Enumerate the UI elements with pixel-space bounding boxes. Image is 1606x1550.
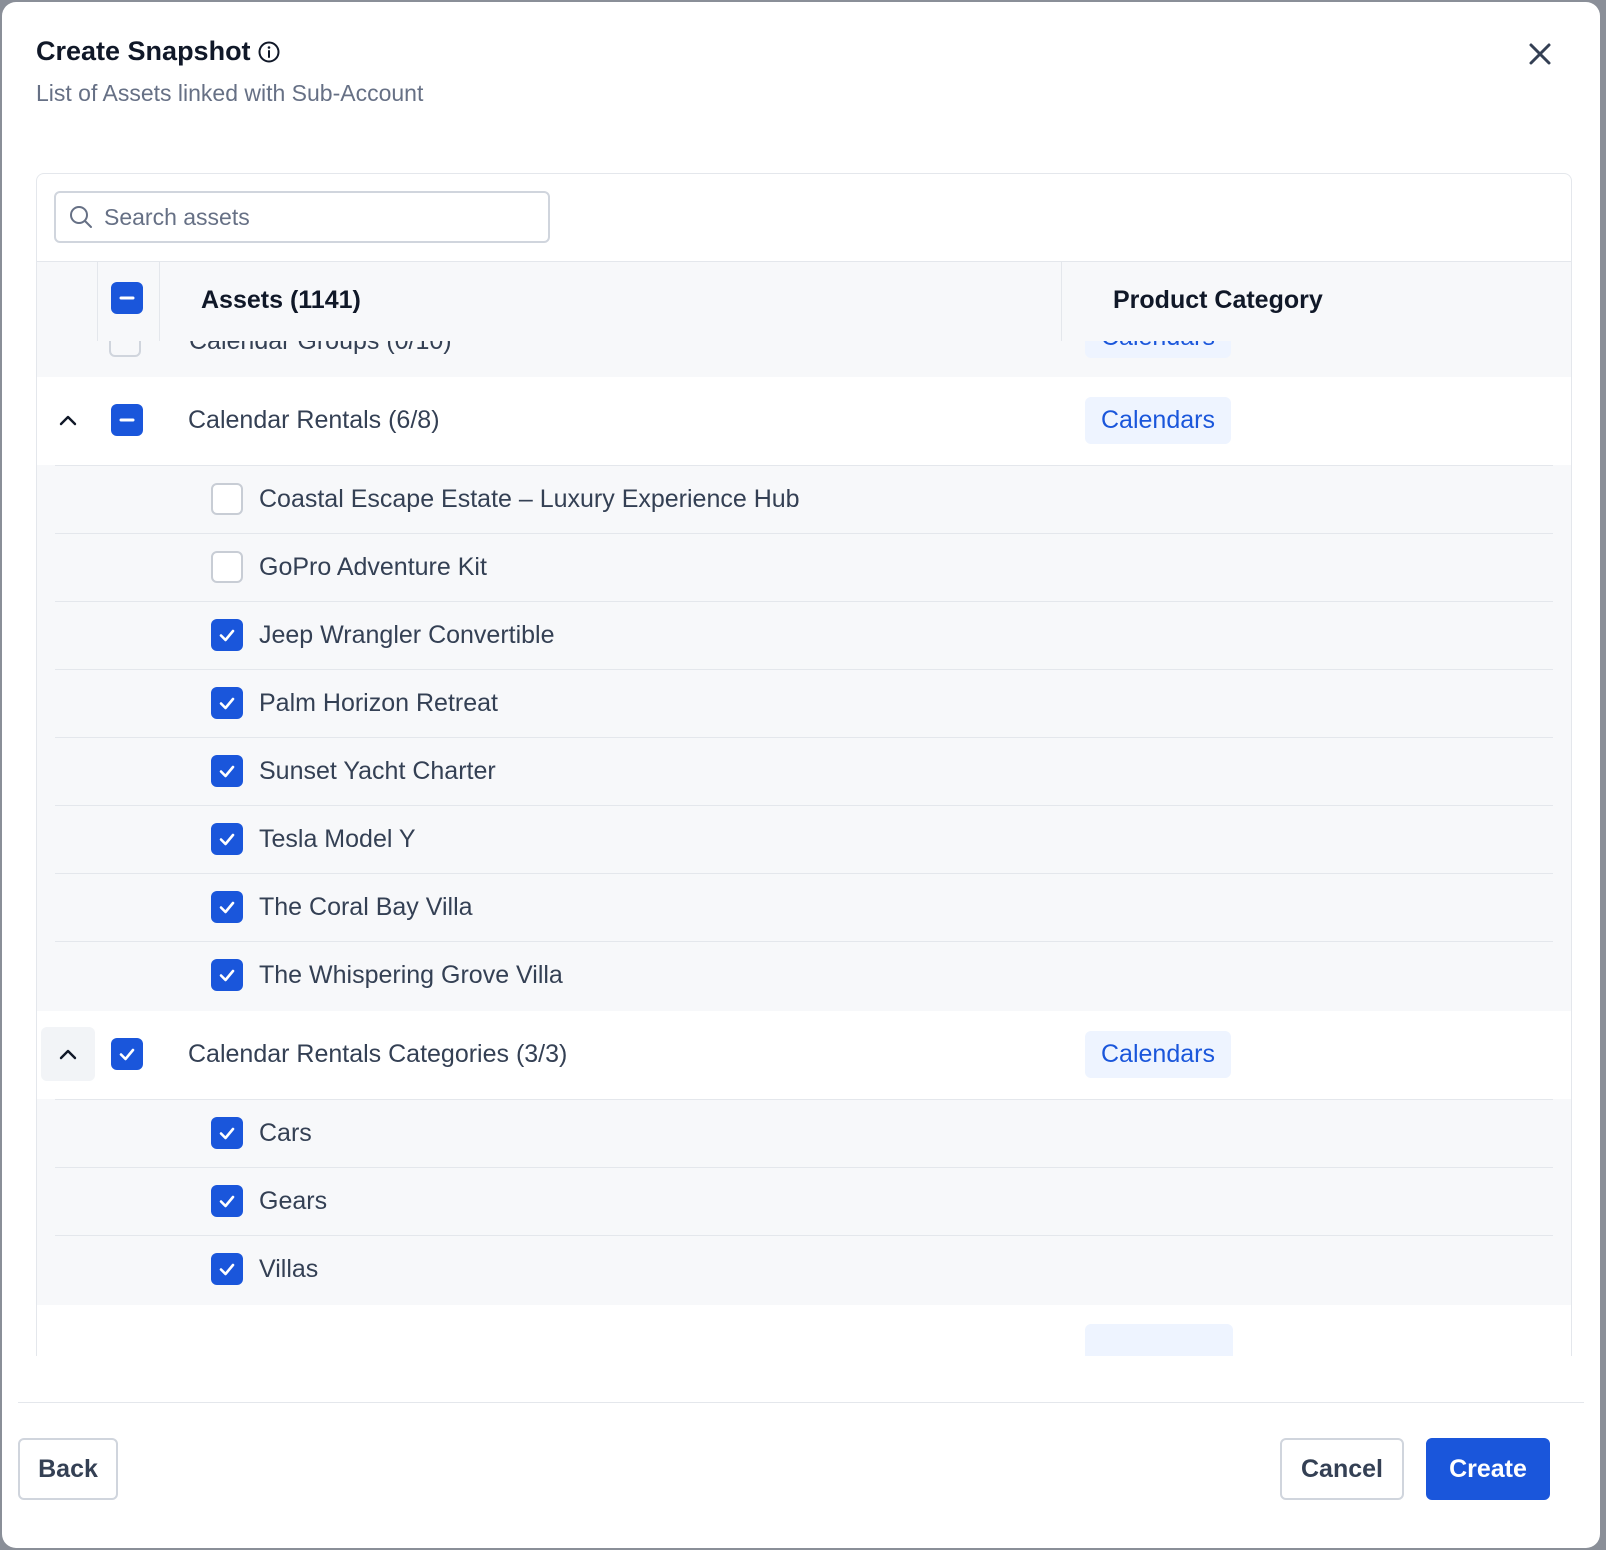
list-item[interactable]: GoPro Adventure Kit	[37, 533, 1571, 601]
row-divider	[55, 1235, 1553, 1236]
item-label: Palm Horizon Retreat	[259, 689, 498, 717]
footer-divider	[18, 1402, 1584, 1403]
item-label: Coastal Escape Estate – Luxury Experienc…	[259, 485, 800, 513]
item-label: The Coral Bay Villa	[259, 893, 473, 921]
group-children: Coastal Escape Estate – Luxury Experienc…	[37, 465, 1571, 1011]
row-divider	[55, 465, 1553, 466]
item-label: Villas	[259, 1255, 319, 1283]
minus-icon	[119, 296, 135, 300]
list-item[interactable]: Palm Horizon Retreat	[37, 669, 1571, 737]
table-row-partial[interactable]: Calendar Groups (0/10) Calendars	[37, 341, 1571, 377]
row-divider	[55, 533, 1553, 534]
row-divider	[55, 737, 1553, 738]
group-children: Cars Gears Villas	[37, 1099, 1571, 1305]
search-input[interactable]	[102, 202, 526, 232]
create-snapshot-modal: Create Snapshot List of Assets linked wi…	[2, 2, 1600, 1548]
category-badge: Calendars	[1085, 341, 1231, 358]
search-field[interactable]	[54, 191, 550, 243]
item-checkbox[interactable]	[211, 551, 243, 583]
assets-column-header[interactable]: Assets (1141)	[201, 286, 361, 315]
column-divider	[1061, 262, 1062, 342]
category-badge: Calendars	[1085, 1031, 1231, 1078]
chevron-up-icon	[59, 415, 77, 426]
list-item[interactable]: Cars	[37, 1099, 1571, 1167]
check-icon	[119, 1048, 135, 1061]
item-label: The Whispering Grove Villa	[259, 961, 563, 989]
search-icon	[68, 204, 94, 230]
minus-icon	[119, 418, 135, 422]
check-icon	[219, 629, 235, 642]
item-checkbox[interactable]	[211, 891, 243, 923]
item-label: Cars	[259, 1119, 312, 1147]
close-icon	[1527, 41, 1553, 72]
row-divider	[55, 1167, 1553, 1168]
group-label: Calendar Groups (0/10)	[189, 341, 452, 355]
create-button[interactable]: Create	[1426, 1438, 1550, 1500]
check-icon	[219, 765, 235, 778]
close-button[interactable]	[1522, 38, 1558, 74]
row-divider	[55, 873, 1553, 874]
chevron-up-icon	[59, 1049, 77, 1060]
collapse-button[interactable]	[41, 1027, 95, 1081]
item-label: Sunset Yacht Charter	[259, 757, 496, 785]
item-checkbox[interactable]	[211, 1253, 243, 1285]
cancel-button[interactable]: Cancel	[1280, 1438, 1404, 1500]
modal-subtitle: List of Assets linked with Sub-Account	[36, 80, 424, 106]
check-icon	[219, 969, 235, 982]
row-checkbox[interactable]	[109, 341, 141, 357]
group-row-calendar-rentals[interactable]: Calendar Rentals (6/8) Calendars	[37, 377, 1571, 465]
category-badge-peek	[1085, 1324, 1233, 1356]
check-icon	[219, 697, 235, 710]
row-divider	[55, 805, 1553, 806]
row-divider	[55, 941, 1553, 942]
item-checkbox[interactable]	[211, 1117, 243, 1149]
check-icon	[219, 1263, 235, 1276]
check-icon	[219, 901, 235, 914]
list-item[interactable]: Tesla Model Y	[37, 805, 1571, 873]
collapse-button[interactable]	[41, 393, 95, 447]
back-button[interactable]: Back	[18, 1438, 118, 1500]
item-checkbox[interactable]	[211, 687, 243, 719]
group-checkbox[interactable]	[111, 1038, 143, 1070]
row-divider	[55, 1099, 1553, 1100]
item-checkbox[interactable]	[211, 959, 243, 991]
row-divider	[55, 669, 1553, 670]
column-divider	[97, 262, 98, 342]
group-label: Calendar Rentals Categories (3/3)	[188, 1040, 568, 1068]
group-checkbox[interactable]	[111, 404, 143, 436]
row-divider	[55, 601, 1553, 602]
item-label: Jeep Wrangler Convertible	[259, 621, 555, 649]
item-checkbox[interactable]	[211, 823, 243, 855]
item-checkbox[interactable]	[211, 483, 243, 515]
item-label: GoPro Adventure Kit	[259, 553, 487, 581]
group-row-calendar-rentals-categories[interactable]: Calendar Rentals Categories (3/3) Calend…	[37, 1011, 1571, 1099]
info-icon[interactable]	[257, 40, 281, 64]
table-header: Assets (1141) Product Category	[37, 261, 1571, 342]
title-row: Create Snapshot	[36, 36, 281, 67]
list-item[interactable]: Gears	[37, 1167, 1571, 1235]
item-checkbox[interactable]	[211, 1185, 243, 1217]
list-item[interactable]: Jeep Wrangler Convertible	[37, 601, 1571, 669]
group-label: Calendar Rentals (6/8)	[188, 406, 440, 434]
category-column-header[interactable]: Product Category	[1113, 286, 1323, 315]
modal-title: Create Snapshot	[36, 36, 251, 66]
item-label: Tesla Model Y	[259, 825, 416, 853]
list-item[interactable]: The Coral Bay Villa	[37, 873, 1571, 941]
item-label: Gears	[259, 1187, 328, 1215]
list-item[interactable]: The Whispering Grove Villa	[37, 941, 1571, 1009]
list-item[interactable]: Villas	[37, 1235, 1571, 1303]
item-checkbox[interactable]	[211, 619, 243, 651]
check-icon	[219, 1195, 235, 1208]
assets-panel: Assets (1141) Product Category Calendar …	[36, 173, 1572, 1356]
item-checkbox[interactable]	[211, 755, 243, 787]
column-divider	[159, 262, 160, 342]
check-icon	[219, 833, 235, 846]
select-all-checkbox[interactable]	[111, 282, 143, 314]
list-item[interactable]: Coastal Escape Estate – Luxury Experienc…	[37, 465, 1571, 533]
category-badge: Calendars	[1085, 397, 1231, 444]
list-item[interactable]: Sunset Yacht Charter	[37, 737, 1571, 805]
check-icon	[219, 1127, 235, 1140]
